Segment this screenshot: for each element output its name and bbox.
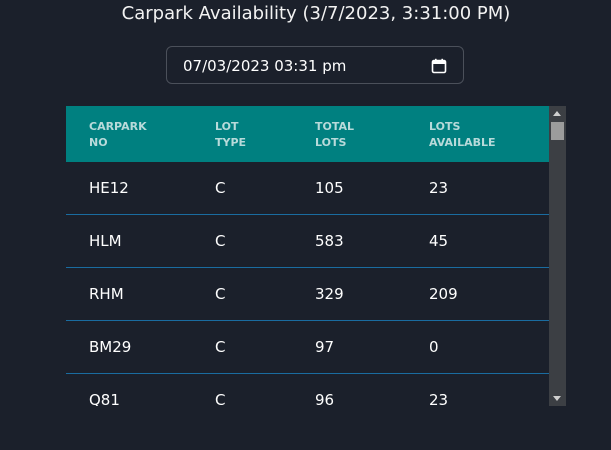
cell-lot-type: C (215, 179, 226, 197)
scrollbar-thumb[interactable] (551, 122, 564, 140)
header-total-lots-line2: LOTS (315, 136, 347, 149)
datetime-input[interactable]: 07/03/2023 03:31 pm (166, 46, 464, 84)
table-row: BM29 C 97 0 (66, 321, 549, 374)
header-total-lots: TOTAL LOTS (315, 119, 405, 151)
cell-lots-available: 23 (429, 391, 449, 406)
cell-total-lots: 96 (315, 391, 335, 406)
carpark-table-container: CARPARK NO LOT TYPE TOTAL LOTS LOTS AVAI… (66, 106, 566, 406)
table-row: RHM C 329 209 (66, 268, 549, 321)
cell-total-lots: 583 (315, 232, 344, 250)
cell-lots-available: 23 (429, 179, 449, 197)
header-lots-available-line2: AVAILABLE (429, 136, 496, 149)
cell-lots-available: 209 (429, 285, 458, 303)
table-row: HLM C 583 45 (66, 215, 549, 268)
cell-carpark-no: HE12 (89, 179, 129, 197)
header-lot-type: LOT TYPE (215, 119, 295, 151)
scroll-up-button[interactable] (549, 106, 566, 122)
cell-carpark-no: BM29 (89, 338, 132, 356)
calendar-icon[interactable] (431, 58, 447, 74)
cell-lots-available: 0 (429, 338, 439, 356)
cell-lots-available: 45 (429, 232, 449, 250)
cell-lot-type: C (215, 232, 226, 250)
cell-carpark-no: Q81 (89, 391, 120, 406)
cell-carpark-no: RHM (89, 285, 124, 303)
page: Carpark Availability (3/7/2023, 3:31:00 … (0, 0, 611, 450)
header-total-lots-line1: TOTAL (315, 120, 355, 133)
header-carpark-no-line2: NO (89, 136, 108, 149)
table-header: CARPARK NO LOT TYPE TOTAL LOTS LOTS AVAI… (66, 106, 549, 162)
cell-lot-type: C (215, 285, 226, 303)
cell-carpark-no: HLM (89, 232, 122, 250)
header-carpark-no: CARPARK NO (89, 119, 189, 151)
cell-total-lots: 97 (315, 338, 335, 356)
header-lot-type-line1: LOT (215, 120, 239, 133)
vertical-scrollbar[interactable] (549, 106, 566, 406)
datetime-value[interactable]: 07/03/2023 03:31 pm (183, 57, 346, 75)
carpark-table: CARPARK NO LOT TYPE TOTAL LOTS LOTS AVAI… (66, 106, 549, 406)
table-row: Q81 C 96 23 (66, 374, 549, 406)
scroll-up-arrow-icon (553, 111, 561, 116)
cell-lot-type: C (215, 391, 226, 406)
header-carpark-no-line1: CARPARK (89, 120, 147, 133)
table-body: HE12 C 105 23 HLM C 583 45 RHM C 329 209 (66, 162, 549, 406)
cell-lot-type: C (215, 338, 226, 356)
page-title: Carpark Availability (3/7/2023, 3:31:00 … (121, 3, 511, 24)
cell-total-lots: 105 (315, 179, 344, 197)
scroll-down-arrow-icon (553, 396, 561, 401)
scroll-down-button[interactable] (549, 390, 566, 406)
cell-total-lots: 329 (315, 285, 344, 303)
header-lot-type-line2: TYPE (215, 136, 247, 149)
header-lots-available-line1: LOTS (429, 120, 461, 133)
header-lots-available: LOTS AVAILABLE (429, 119, 539, 151)
table-row: HE12 C 105 23 (66, 162, 549, 215)
